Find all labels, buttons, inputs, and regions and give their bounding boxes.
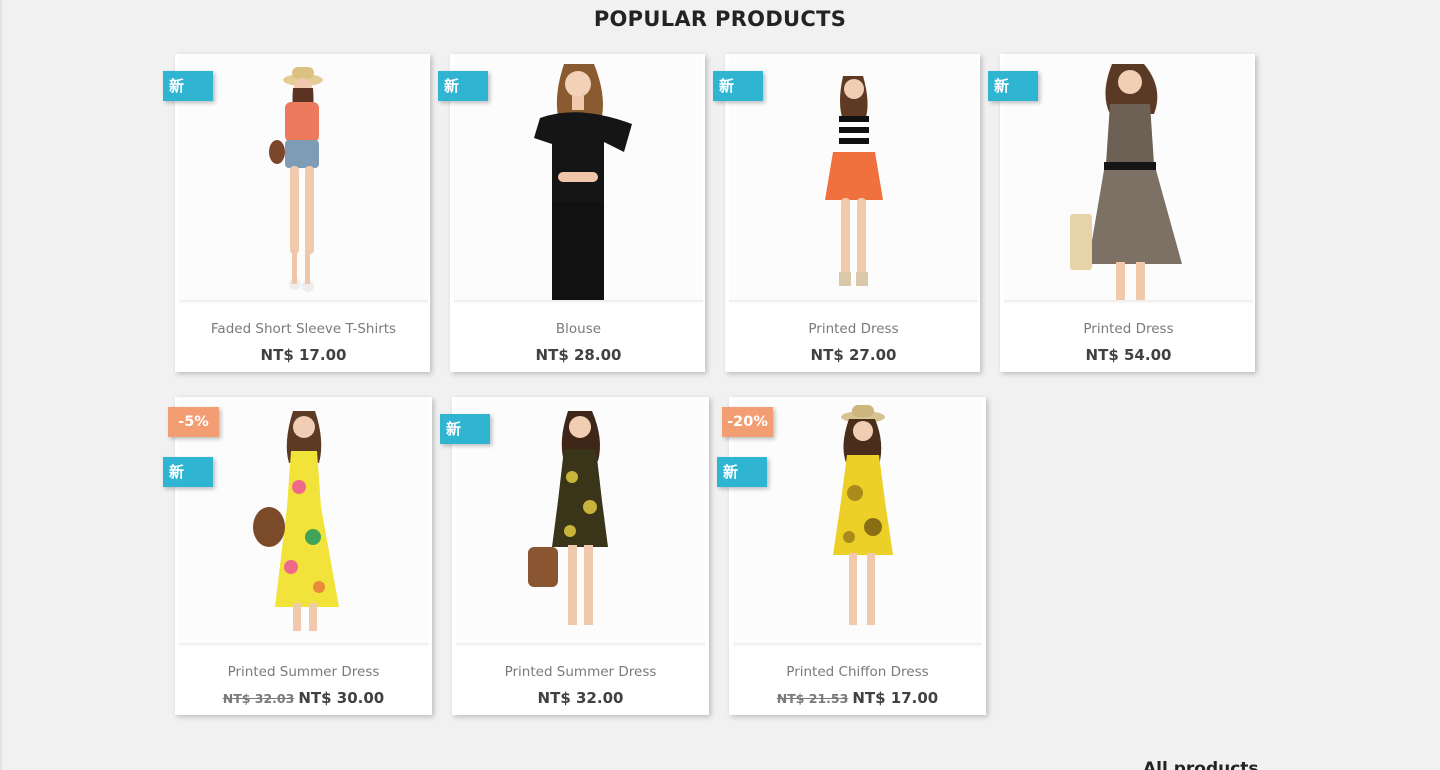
product-price: NT$ 28.00 [535,346,622,364]
product-price: NT$ 54.00 [1085,346,1172,364]
product-name[interactable]: Printed Dress [725,320,982,338]
product-name[interactable]: Faded Short Sleeve T-Shirts [175,320,432,338]
product-price: NT$ 30.00 [298,689,385,707]
all-products-link[interactable]: All products [1143,759,1259,770]
new-flag: 新 [988,71,1038,101]
product-name[interactable]: Printed Dress [1000,320,1257,338]
product-price: NT$ 27.00 [810,346,897,364]
new-flag: 新 [163,71,213,101]
image-divider [179,643,428,647]
regular-price: NT$ 21.53 [776,691,849,706]
product-image[interactable] [179,54,428,302]
product-price: NT$ 32.00 [537,689,624,707]
image-divider [456,643,705,647]
image-divider [454,300,703,304]
page: POPULAR PRODUCTS 新 Faded Short Sleeve T-… [0,0,1440,770]
product-row: -5% 新 Printed Summer Dress NT$ 32.03 NT$ … [163,397,1275,715]
product-name[interactable]: Printed Summer Dress [175,663,432,681]
image-divider [729,300,978,304]
product-price: NT$ 17.00 [260,346,347,364]
product-card[interactable]: -20% 新 Printed Chiffon Dress NT$ 21.53 NT… [717,397,986,715]
product-name[interactable]: Printed Summer Dress [452,663,709,681]
price-line: NT$ 54.00 [1000,345,1257,365]
new-flag: 新 [717,457,767,487]
price-line: NT$ 21.53 NT$ 17.00 [729,688,986,709]
image-divider [1004,300,1253,304]
price-line: NT$ 17.00 [175,345,432,365]
price-line: NT$ 32.03 NT$ 30.00 [175,688,432,709]
product-card[interactable]: 新 Printed Dress NT$ 27.00 [713,54,982,372]
image-divider [179,300,428,304]
product-grid: 新 Faded Short Sleeve T-Shirts NT$ 17.00 [163,54,1275,740]
product-card[interactable]: -5% 新 Printed Summer Dress NT$ 32.03 NT$ … [163,397,432,715]
section-title: POPULAR PRODUCTS [593,7,847,31]
page-edge-divider [0,0,2,770]
product-card[interactable]: 新 Blouse NT$ 28.00 [438,54,707,372]
product-price: NT$ 17.00 [852,689,939,707]
product-card[interactable]: 新 Printed Dress NT$ 54.00 [988,54,1257,372]
new-flag: 新 [713,71,763,101]
new-flag: 新 [440,414,490,444]
new-flag: 新 [438,71,488,101]
product-image[interactable] [456,397,705,645]
image-divider [733,643,982,647]
product-row: 新 Faded Short Sleeve T-Shirts NT$ 17.00 [163,54,1275,372]
product-card[interactable]: 新 Printed Summer Dress NT$ 32.00 [440,397,709,715]
new-flag: 新 [163,457,213,487]
product-card[interactable]: 新 Faded Short Sleeve T-Shirts NT$ 17.00 [163,54,432,372]
price-line: NT$ 32.00 [452,688,709,708]
product-image[interactable] [729,54,978,302]
product-name[interactable]: Printed Chiffon Dress [729,663,986,681]
product-name[interactable]: Blouse [450,320,707,338]
discount-flag: -20% [722,407,773,437]
price-line: NT$ 28.00 [450,345,707,365]
product-image[interactable] [1004,54,1253,302]
price-line: NT$ 27.00 [725,345,982,365]
regular-price: NT$ 32.03 [222,691,295,706]
discount-flag: -5% [168,407,219,437]
product-image[interactable] [454,54,703,302]
